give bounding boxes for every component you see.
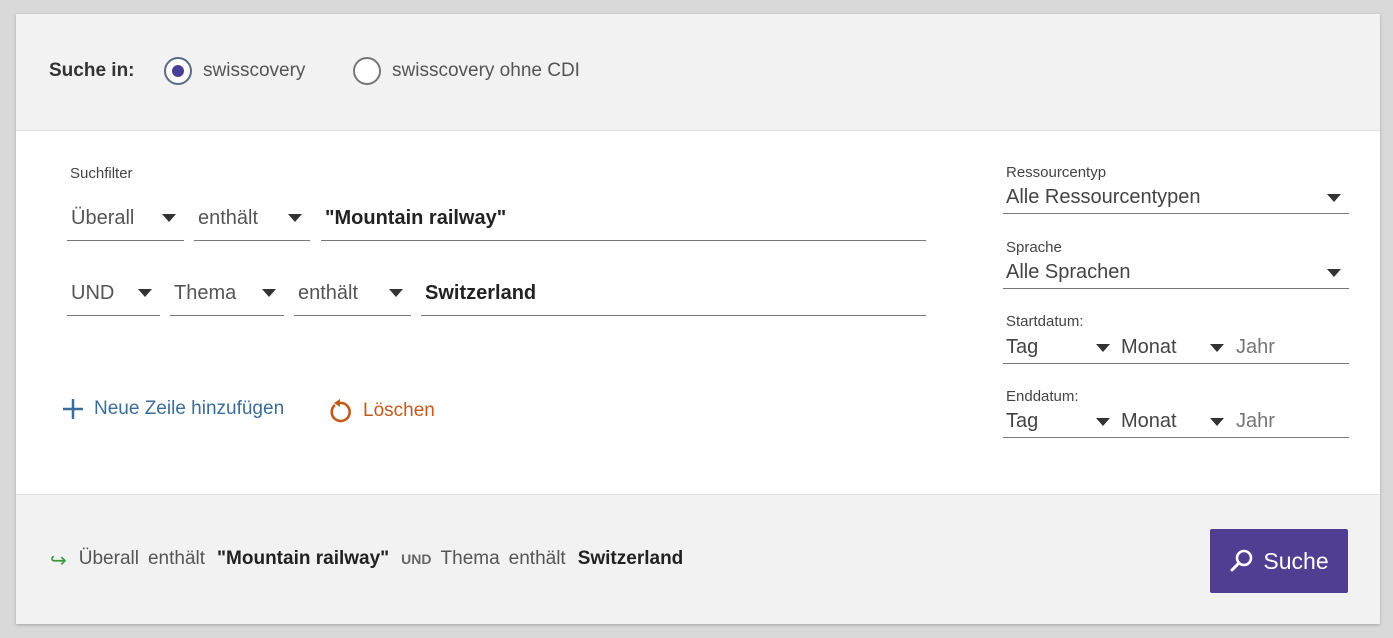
start-day-select[interactable]: Tag: [1006, 336, 1038, 359]
summary-operator: UND: [401, 551, 432, 567]
summary-value: Switzerland: [577, 548, 684, 569]
row2-field-value: Thema: [174, 282, 237, 304]
query-summary-bar: ↪ Überall enthält "Mountain railway" UND…: [16, 494, 1380, 624]
end-date-label: Enddatum:: [1006, 388, 1079, 405]
row2-operator-value: UND: [71, 282, 115, 304]
caret-down-icon: [1210, 418, 1224, 426]
summary-field: Thema: [440, 548, 500, 569]
row2-field-select[interactable]: Thema: [170, 272, 284, 316]
row1-field-select[interactable]: Überall: [67, 197, 184, 241]
search-scope-bar: Suche in: swisscovery swisscovery ohne C…: [16, 14, 1380, 131]
search-icon: [1230, 549, 1253, 572]
caret-down-icon: [288, 214, 302, 222]
start-month-select[interactable]: Monat: [1121, 336, 1177, 359]
scope-option-label: swisscovery ohne CDI: [392, 60, 580, 81]
scope-option-label: swisscovery: [203, 60, 306, 81]
end-year-input[interactable]: [1236, 410, 1326, 433]
row1-search-input[interactable]: [321, 197, 926, 241]
search-button[interactable]: Suche: [1210, 529, 1348, 593]
caret-down-icon: [162, 214, 176, 222]
row1-condition-select[interactable]: enthält: [194, 197, 310, 241]
reset-icon: [330, 399, 351, 423]
row2-condition-select[interactable]: enthält: [294, 272, 411, 316]
row1-field-value: Überall: [71, 207, 135, 229]
caret-down-icon: [389, 289, 403, 297]
clear-link[interactable]: Löschen: [327, 398, 435, 424]
caret-down-icon: [1210, 344, 1224, 352]
return-arrow-icon: ↪: [50, 550, 67, 572]
summary-value: "Mountain railway": [217, 548, 390, 569]
caret-down-icon: [1327, 194, 1341, 202]
start-year-input[interactable]: [1236, 336, 1326, 359]
end-day-select[interactable]: Tag: [1006, 410, 1038, 433]
summary-condition: enthält: [508, 548, 566, 569]
plus-icon: [63, 399, 83, 419]
row2-operator-select[interactable]: UND: [67, 272, 160, 316]
filters-label: Suchfilter: [70, 165, 133, 182]
resource-type-value: Alle Ressourcentypen: [1006, 186, 1201, 208]
caret-down-icon: [1096, 418, 1110, 426]
add-row-label: Neue Zeile hinzufügen: [94, 398, 285, 419]
end-date-row: Tag Monat: [1003, 408, 1349, 438]
scope-radio-swisscovery-ohne-cdi[interactable]: swisscovery ohne CDI: [353, 57, 580, 85]
language-label: Sprache: [1006, 239, 1062, 256]
caret-down-icon: [1096, 344, 1110, 352]
scope-label: Suche in:: [49, 60, 135, 81]
summary-field: Überall: [78, 548, 139, 569]
resource-type-label: Ressourcentyp: [1006, 164, 1107, 181]
caret-down-icon: [1327, 269, 1341, 277]
row2-condition-value: enthält: [298, 282, 359, 304]
language-value: Alle Sprachen: [1006, 261, 1131, 283]
query-summary: ↪ Überall enthält "Mountain railway" UND…: [50, 545, 695, 572]
radio-unchecked-icon: [353, 57, 381, 85]
scope-radio-swisscovery[interactable]: swisscovery: [164, 57, 305, 85]
row1-condition-value: enthält: [198, 207, 259, 229]
end-month-select[interactable]: Monat: [1121, 410, 1177, 433]
language-select[interactable]: Alle Sprachen: [1003, 259, 1349, 289]
add-row-link[interactable]: Neue Zeile hinzufügen: [62, 398, 284, 420]
start-date-label: Startdatum:: [1006, 313, 1084, 330]
clear-label: Löschen: [363, 400, 435, 421]
radio-checked-icon: [164, 57, 192, 85]
caret-down-icon: [138, 289, 152, 297]
summary-condition: enthält: [147, 548, 206, 569]
search-button-label: Suche: [1263, 547, 1329, 574]
caret-down-icon: [262, 289, 276, 297]
row2-search-input[interactable]: [421, 272, 926, 316]
advanced-search-panel: Suche in: swisscovery swisscovery ohne C…: [16, 14, 1380, 624]
start-date-row: Tag Monat: [1003, 334, 1349, 364]
resource-type-select[interactable]: Alle Ressourcentypen: [1003, 184, 1349, 214]
